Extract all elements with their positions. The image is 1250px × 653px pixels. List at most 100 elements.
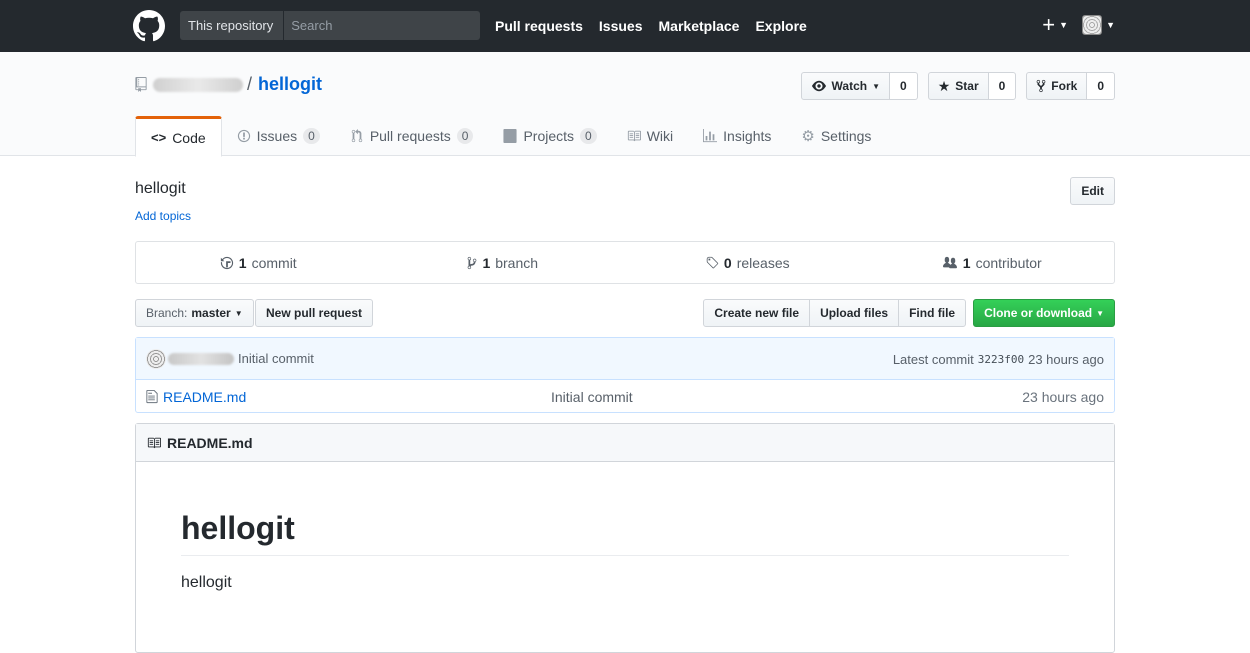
github-logo-icon[interactable] [133,10,165,42]
book-icon [147,437,161,448]
fork-icon [1036,79,1046,93]
readme-body: hellogit hellogit [136,510,1114,592]
caret-down-icon: ▼ [1106,20,1115,30]
search-scope[interactable]: This repository [180,11,285,40]
repo-description: hellogit [135,180,186,197]
repo-tabs: <> Code Issues 0 Pull requests 0 Project… [135,116,886,157]
commit-message[interactable]: Initial commit [238,351,314,366]
project-icon [503,129,517,143]
branch-select-button[interactable]: Branch: master ▼ [135,299,254,327]
file-age: 23 hours ago [1022,388,1104,405]
table-row: README.md Initial commit 23 hours ago [136,380,1114,413]
star-button[interactable]: ★ Star [927,72,989,100]
fork-count[interactable]: 0 [1087,72,1115,100]
caret-down-icon: ▼ [1096,308,1104,318]
find-file-button[interactable]: Find file [898,299,967,327]
commits-label: commit [251,254,297,271]
tag-icon [706,256,719,268]
tab-label: Projects [523,128,575,144]
file-name-link[interactable]: README.md [163,389,246,405]
upload-files-button[interactable]: Upload files [809,299,900,327]
commits-count: 1 [238,254,247,271]
book-icon [627,130,641,142]
main-nav: Pull requests Issues Marketplace Explore [495,0,823,52]
commit-sha[interactable]: 3223f00 [978,353,1024,366]
tab-projects[interactable]: Projects 0 [488,116,611,156]
create-new-file-button[interactable]: Create new file [703,299,811,327]
branch-name: master [191,306,231,320]
people-icon [942,256,957,268]
search-box: This repository [180,11,480,40]
file-actions: Create new file Upload files Find file C… [703,299,1115,327]
readme-paragraph: hellogit [181,574,232,591]
file-icon [146,389,158,404]
contributors-label: contributor [975,254,1042,271]
tab-label: Pull requests [369,128,451,144]
nav-marketplace[interactable]: Marketplace [659,18,740,34]
readme-header: README.md [136,424,1114,462]
releases-count: 0 [723,254,732,271]
commit-tease: Initial commit Latest commit 3223f00 23 … [136,338,1114,380]
readme-box: README.md hellogit hellogit [135,423,1115,653]
plus-icon: + [1042,12,1056,37]
tab-code[interactable]: <> Code [135,116,222,157]
issues-counter: 0 [303,128,320,144]
watch-group: Watch ▼ 0 [800,72,918,100]
history-icon [220,256,233,269]
releases-link[interactable]: 0 releases [625,242,870,283]
path-separator: / [247,74,253,94]
search-input[interactable] [284,11,480,40]
caret-down-icon: ▼ [234,308,243,318]
latest-commit: Latest commit 3223f00 23 hours ago [893,338,1104,380]
file-commit-message[interactable]: Initial commit [551,389,633,405]
tab-insights[interactable]: Insights [688,116,786,156]
numbers-summary: 1 commit 1 branch 0 releases 1 contribut… [135,241,1115,284]
tab-label: Issues [256,128,298,144]
clone-or-download-button[interactable]: Clone or download ▼ [973,299,1115,327]
readme-title: README.md [167,434,253,451]
nav-explore[interactable]: Explore [755,18,806,34]
commit-age: 23 hours ago [1028,351,1104,367]
fork-button[interactable]: Fork [1026,72,1088,100]
contributors-count: 1 [962,254,971,271]
code-icon: <> [151,130,167,145]
tab-wiki[interactable]: Wiki [612,116,688,156]
tab-pull-requests[interactable]: Pull requests 0 [335,116,489,156]
tab-settings[interactable]: ⚙ Settings [786,116,886,156]
contributors-link[interactable]: 1 contributor [870,242,1115,283]
latest-commit-label: Latest commit [892,351,974,367]
tab-label: Insights [723,128,772,144]
clone-label: Clone or download [984,306,1093,320]
user-menu: + ▼ ▼ [1042,14,1115,36]
star-count[interactable]: 0 [988,72,1017,100]
watch-button[interactable]: Watch ▼ [800,72,891,100]
commit-author-redacted[interactable] [168,352,234,365]
graph-icon [703,129,718,143]
pull-request-icon [351,129,363,143]
tab-label: Wiki [646,128,674,144]
nav-pull-requests[interactable]: Pull requests [495,18,583,34]
commits-link[interactable]: 1 commit [136,242,381,283]
repo-icon [135,77,147,92]
watch-count[interactable]: 0 [890,72,918,100]
nav-issues[interactable]: Issues [599,18,643,34]
avatar[interactable] [146,348,166,369]
caret-down-icon: ▼ [1059,20,1069,30]
branch-icon [468,256,477,269]
tab-issues[interactable]: Issues 0 [222,116,335,156]
fork-group: Fork 0 [1026,72,1115,100]
profile-menu[interactable]: ▼ [1082,15,1115,35]
releases-label: releases [736,254,790,271]
header-bar: This repository Pull requests Issues Mar… [0,0,1250,52]
add-topics-link[interactable]: Add topics [135,209,191,223]
branch-prefix: Branch: [146,306,188,320]
create-new-menu[interactable]: + ▼ [1042,14,1068,36]
repo-header: / hellogit Watch ▼ 0 ★ Star 0 Fork 0 <> … [0,52,1250,157]
branches-link[interactable]: 1 branch [381,242,626,283]
file-navigation: Branch: master ▼ New pull request Create… [135,299,1115,327]
watch-label: Watch [831,79,868,93]
new-pull-request-button[interactable]: New pull request [255,299,374,327]
repo-owner-redacted[interactable] [153,77,243,92]
edit-button[interactable]: Edit [1070,177,1115,205]
repo-name[interactable]: hellogit [258,74,322,95]
